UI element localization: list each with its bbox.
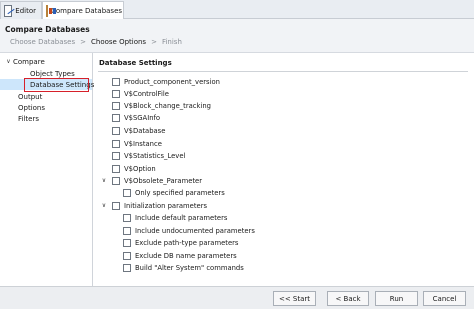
setting-label: V$ControlFile [124,90,169,98]
setting-v-database[interactable]: V$Database [112,126,165,136]
setting-label: Product_component_version [124,78,220,86]
checkbox[interactable] [123,264,131,272]
setting-label: V$Database [124,127,166,135]
tree-item-filters-label: Filters [18,114,39,123]
breadcrumb-finish: Finish [161,38,182,46]
setting-v-option[interactable]: V$Option [112,164,156,174]
start-button[interactable]: << Start [273,291,316,306]
setting-product-component-version[interactable]: Product_component_version [112,77,220,87]
setting-label: Include undocumented parameters [135,227,255,235]
setting-v-sgainfo[interactable]: V$SGAInfo [112,113,160,123]
run-button[interactable]: Run [375,291,418,306]
checkbox[interactable] [112,165,120,173]
setting-label: V$Obsolete_Parameter [124,177,203,185]
collapse-icon[interactable]: ∨ [100,177,108,184]
tab-editor[interactable]: Editor [0,1,42,19]
setting-label: Only specified parameters [135,189,225,197]
tree-item-options-label: Options [18,103,46,112]
setting-v-block-change-tracking[interactable]: V$Block_change_tracking [112,101,211,111]
setting-build-alter-system-commands[interactable]: Build "Alter System" commands [123,263,244,273]
tab-editor-label: Editor [15,6,36,15]
setting-label: V$Statistics_Level [124,152,186,160]
checkbox[interactable] [112,114,120,122]
checkbox[interactable] [112,177,120,185]
checkbox[interactable] [123,239,131,247]
setting-label: Include default parameters [135,214,228,222]
wizard-header: Compare Databases Choose Databases > Cho… [0,19,474,53]
compare-databases-icon [46,5,56,17]
checkbox[interactable] [112,127,120,135]
wizard-footer: << Start < Back Run Cancel [0,286,474,309]
tree-item-compare-label: Compare [13,57,45,66]
collapse-icon[interactable]: ∨ [4,58,13,65]
checkbox[interactable] [123,189,131,197]
tab-strip: Editor Compare Databases [0,0,474,20]
tree-item-output[interactable]: Output [18,91,42,102]
tree-item-object-types-label: Object Types [30,69,75,78]
checkbox[interactable] [112,78,120,86]
cancel-button[interactable]: Cancel [423,291,466,306]
setting-label: Initialization parameters [124,202,208,210]
setting-label: V$Instance [124,140,162,148]
breadcrumb-separator: > [80,38,86,46]
breadcrumb-choose-options: Choose Options [91,38,147,46]
setting-label: V$Option [124,165,156,173]
setting-v-instance[interactable]: V$Instance [112,139,162,149]
checkbox[interactable] [123,214,131,222]
database-settings-panel: Database Settings Product_component_vers… [94,53,474,286]
editor-icon [4,4,13,17]
section-title: Database Settings [99,59,172,67]
checkbox[interactable] [112,90,120,98]
checkbox[interactable] [112,202,120,210]
setting-label: Build "Alter System" commands [135,264,244,272]
setting-label: Exclude path-type parameters [135,239,239,247]
tree-item-output-label: Output [18,92,43,101]
tab-compare-databases[interactable]: Compare Databases [42,1,124,20]
setting-include-undocumented-parameters[interactable]: Include undocumented parameters [123,226,255,236]
options-tree: ∨ Compare Object Types Database Settings… [0,53,94,286]
setting-exclude-path-type-parameters[interactable]: Exclude path-type parameters [123,238,238,248]
setting-only-specified-parameters[interactable]: Only specified parameters [123,188,225,198]
section-divider [98,71,468,72]
breadcrumb-choose-databases: Choose Databases [10,38,76,46]
back-button[interactable]: < Back [327,291,369,306]
collapse-icon[interactable]: ∨ [100,202,108,209]
setting-initialization-parameters[interactable]: Initialization parameters [112,201,207,211]
setting-label: V$SGAInfo [124,114,161,122]
checkbox[interactable] [123,227,131,235]
checkbox[interactable] [112,102,120,110]
tree-item-compare[interactable]: ∨ Compare [4,56,45,67]
checkbox[interactable] [112,152,120,160]
tree-item-options[interactable]: Options [18,102,45,113]
checkbox[interactable] [123,252,131,260]
setting-exclude-db-name-parameters[interactable]: Exclude DB name parameters [123,251,237,261]
setting-include-default-parameters[interactable]: Include default parameters [123,213,227,223]
checkbox[interactable] [112,140,120,148]
tab-compare-databases-label: Compare Databases [51,7,123,15]
setting-v-statistics-level[interactable]: V$Statistics_Level [112,151,185,161]
page-title: Compare Databases [5,25,90,34]
setting-v-controlfile[interactable]: V$ControlFile [112,89,169,99]
setting-v-obsolete-parameter[interactable]: V$Obsolete_Parameter [112,176,202,186]
breadcrumb-separator: > [151,38,157,46]
setting-label: Exclude DB name parameters [135,252,237,260]
setting-label: V$Block_change_tracking [124,102,211,110]
tree-item-filters[interactable]: Filters [18,113,39,124]
selection-annotation-box [24,78,89,92]
breadcrumb: Choose Databases > Choose Options > Fini… [10,38,182,46]
